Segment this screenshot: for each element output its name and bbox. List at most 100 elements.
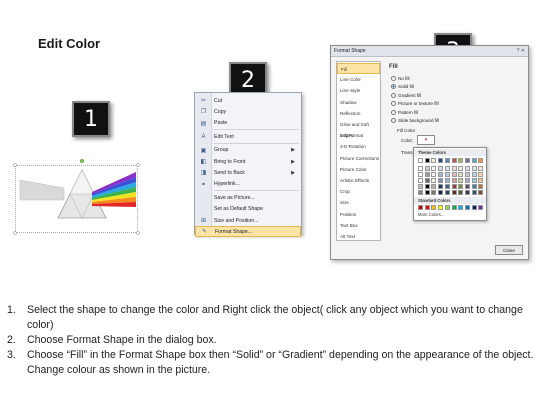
theme-color-swatch[interactable] bbox=[464, 158, 470, 163]
nav-item-size[interactable]: Size bbox=[337, 197, 380, 208]
dialog-controls[interactable]: ? ✕ bbox=[517, 48, 525, 54]
fill-option-pattern-fill[interactable]: Pattern fill bbox=[391, 109, 418, 115]
menu-item-set-as-default-shape[interactable]: Set as Default Shape bbox=[195, 204, 301, 215]
theme-color-swatch[interactable] bbox=[464, 172, 470, 177]
theme-color-swatch[interactable] bbox=[458, 178, 464, 183]
standard-color-swatch[interactable] bbox=[471, 205, 477, 210]
nav-item-picture-color[interactable]: Picture Color bbox=[337, 164, 380, 175]
theme-color-swatch[interactable] bbox=[444, 172, 450, 177]
theme-color-swatch[interactable] bbox=[438, 178, 444, 183]
standard-color-swatch[interactable] bbox=[451, 205, 457, 210]
theme-color-swatch[interactable] bbox=[444, 166, 450, 171]
fill-option-solid-fill[interactable]: Solid fill bbox=[391, 84, 414, 90]
nav-item-picture-corrections[interactable]: Picture Corrections bbox=[337, 153, 380, 164]
menu-item-group[interactable]: ▣ Group ▶ bbox=[195, 145, 301, 156]
theme-color-swatch[interactable] bbox=[478, 178, 484, 183]
theme-color-swatch[interactable] bbox=[418, 158, 423, 163]
theme-color-swatch[interactable] bbox=[478, 166, 484, 171]
theme-color-swatch[interactable] bbox=[464, 190, 470, 195]
nav-item-3-d-rotation[interactable]: 3-D Rotation bbox=[337, 141, 380, 152]
nav-item-glow-and-soft-edges[interactable]: Glow and Soft Edges bbox=[337, 119, 380, 138]
theme-color-swatch[interactable] bbox=[464, 166, 470, 171]
menu-item-bring-to-front[interactable]: ◧ Bring to Front ▶ bbox=[195, 156, 301, 167]
theme-color-swatch[interactable] bbox=[478, 184, 484, 189]
nav-item-crop[interactable]: Crop bbox=[337, 186, 380, 197]
nav-item-text-box[interactable]: Text Box bbox=[337, 220, 380, 231]
menu-item-format-shape[interactable]: ✎ Format Shape... bbox=[195, 226, 301, 238]
standard-color-swatch[interactable] bbox=[418, 205, 423, 210]
theme-color-swatch[interactable] bbox=[458, 158, 464, 163]
theme-color-swatch[interactable] bbox=[458, 166, 464, 171]
theme-color-swatch[interactable] bbox=[438, 158, 444, 163]
theme-color-swatch[interactable] bbox=[418, 166, 423, 171]
nav-item-position[interactable]: Position bbox=[337, 209, 380, 220]
standard-color-swatch[interactable] bbox=[431, 205, 437, 210]
more-colors-link[interactable]: More Colors... bbox=[418, 212, 444, 217]
theme-color-swatch[interactable] bbox=[438, 190, 444, 195]
nav-item-3-d-format[interactable]: 3-D Format bbox=[337, 130, 380, 141]
menu-item-copy[interactable]: ❐ Copy bbox=[195, 106, 301, 117]
nav-item-line-color[interactable]: Line Color bbox=[337, 74, 380, 85]
theme-color-swatch[interactable] bbox=[478, 190, 484, 195]
theme-color-swatch[interactable] bbox=[431, 190, 437, 195]
theme-color-swatch[interactable] bbox=[444, 158, 450, 163]
fill-option-gradient-fill[interactable]: Gradient fill bbox=[391, 92, 421, 98]
standard-color-swatch[interactable] bbox=[424, 205, 430, 210]
radio-button[interactable] bbox=[391, 92, 396, 98]
theme-color-swatch[interactable] bbox=[451, 178, 457, 183]
theme-color-swatch[interactable] bbox=[438, 184, 444, 189]
standard-color-swatch[interactable] bbox=[478, 205, 484, 210]
theme-color-swatch[interactable] bbox=[431, 158, 437, 163]
theme-color-swatch[interactable] bbox=[424, 178, 430, 183]
prism-illustration[interactable] bbox=[12, 158, 142, 240]
color-picker-button[interactable]: ▾ bbox=[417, 135, 435, 145]
theme-color-swatch[interactable] bbox=[438, 172, 444, 177]
theme-color-swatch[interactable] bbox=[451, 166, 457, 171]
theme-color-swatch[interactable] bbox=[431, 184, 437, 189]
standard-color-swatch[interactable] bbox=[464, 205, 470, 210]
theme-color-swatch[interactable] bbox=[444, 190, 450, 195]
theme-color-swatch[interactable] bbox=[424, 184, 430, 189]
menu-item-hyperlink[interactable]: ⚭ Hyperlink... bbox=[195, 179, 301, 190]
fill-option-slide-background-fill[interactable]: Slide background fill bbox=[391, 118, 439, 123]
theme-color-swatch[interactable] bbox=[471, 184, 477, 189]
theme-color-swatch[interactable] bbox=[464, 178, 470, 183]
theme-color-swatch[interactable] bbox=[451, 172, 457, 177]
theme-color-swatch[interactable] bbox=[418, 172, 423, 177]
standard-color-swatch[interactable] bbox=[444, 205, 450, 210]
theme-color-swatch[interactable] bbox=[451, 184, 457, 189]
theme-color-swatch[interactable] bbox=[431, 166, 437, 171]
theme-color-swatch[interactable] bbox=[458, 184, 464, 189]
theme-color-swatch[interactable] bbox=[424, 172, 430, 177]
menu-item-cut[interactable]: ✂ Cut bbox=[195, 95, 301, 106]
theme-color-swatch[interactable] bbox=[444, 184, 450, 189]
theme-color-swatch[interactable] bbox=[471, 178, 477, 183]
theme-color-swatch[interactable] bbox=[451, 158, 457, 163]
radio-button[interactable] bbox=[391, 84, 396, 90]
theme-color-swatch[interactable] bbox=[478, 172, 484, 177]
menu-item-edit-text[interactable]: A Edit Text bbox=[195, 131, 301, 142]
menu-item-size-and-position[interactable]: ⊞ Size and Position... bbox=[195, 215, 301, 226]
close-button[interactable]: Close bbox=[495, 245, 523, 255]
theme-color-swatch[interactable] bbox=[458, 172, 464, 177]
fill-option-picture-or-texture-fill[interactable]: Picture or texture fill bbox=[391, 101, 439, 107]
theme-color-swatch[interactable] bbox=[431, 172, 437, 177]
theme-color-swatch[interactable] bbox=[464, 184, 470, 189]
radio-button[interactable] bbox=[391, 101, 396, 107]
theme-color-swatch[interactable] bbox=[471, 190, 477, 195]
theme-color-swatch[interactable] bbox=[471, 166, 477, 171]
theme-color-swatch[interactable] bbox=[478, 158, 484, 163]
nav-item-alt-text[interactable]: Alt Text bbox=[337, 231, 380, 242]
theme-color-swatch[interactable] bbox=[451, 190, 457, 195]
theme-color-swatch[interactable] bbox=[458, 190, 464, 195]
theme-color-swatch[interactable] bbox=[424, 158, 430, 163]
theme-color-swatch[interactable] bbox=[424, 190, 430, 195]
theme-color-swatch[interactable] bbox=[438, 166, 444, 171]
radio-button[interactable] bbox=[391, 118, 396, 123]
menu-item-save-as-picture[interactable]: Save as Picture... bbox=[195, 192, 301, 203]
radio-button[interactable] bbox=[391, 109, 396, 115]
menu-item-send-to-back[interactable]: ◨ Send to Back ▶ bbox=[195, 167, 301, 178]
nav-item-shadow[interactable]: Shadow bbox=[337, 97, 380, 108]
fill-option-no-fill[interactable]: No fill bbox=[391, 76, 410, 81]
theme-color-swatch[interactable] bbox=[444, 178, 450, 183]
